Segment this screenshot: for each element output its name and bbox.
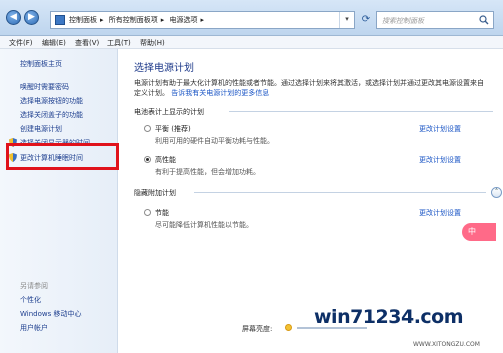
plan-name: 节能 xyxy=(155,209,169,217)
chevron-right-icon: ▸ xyxy=(200,16,205,24)
breadcrumb: 控制面板 ▸ 所有控制面板项 ▸ 电源选项 ▸ xyxy=(69,15,207,25)
menu-bar: 文件(F) 编辑(E) 查看(V) 工具(T) 帮助(H) xyxy=(0,36,503,49)
brightness-label: 屏幕亮度: xyxy=(242,325,273,333)
sidebar-item-home[interactable]: 控制面板主页 xyxy=(20,59,62,69)
more-info-link[interactable]: 告诉我有关电源计划的更多信息 xyxy=(171,89,269,97)
watermark-text: win71234.com xyxy=(314,306,464,328)
breadcrumb-item[interactable]: 电源选项 xyxy=(170,16,198,24)
highlight-box xyxy=(6,143,119,170)
sidebar: 控制面板主页 唤醒时需要密码 选择电源按钮的功能 选择关闭盖子的功能 创建电源计… xyxy=(0,49,118,353)
sidebar-item-mobility-center[interactable]: Windows 移动中心 xyxy=(20,309,81,319)
title-bar: ◀ ▶ 控制面板 ▸ 所有控制面板项 ▸ 电源选项 ▸ ▾ ⟳ 搜索控制面板 xyxy=(0,0,503,36)
sidebar-item-lid[interactable]: 选择关闭盖子的功能 xyxy=(20,110,83,120)
page-title: 选择电源计划 xyxy=(134,63,194,74)
menu-help[interactable]: 帮助(H) xyxy=(140,38,165,48)
chevron-down-icon[interactable]: ▾ xyxy=(339,12,354,28)
change-plan-settings-link[interactable]: 更改计划设置 xyxy=(419,155,461,165)
watermark-url: WWW.XITONGZU.COM xyxy=(413,341,480,348)
breadcrumb-item[interactable]: 控制面板 xyxy=(69,16,97,24)
plan-desc: 尽可能降低计算机性能以节能。 xyxy=(155,221,253,229)
divider xyxy=(194,192,486,193)
hidden-plans-heading: 隐藏附加计划 xyxy=(134,189,176,197)
plan-name: 平衡 (推荐) xyxy=(155,125,191,133)
change-plan-settings-link[interactable]: 更改计划设置 xyxy=(419,208,461,218)
divider xyxy=(229,111,493,112)
sidebar-item-create-plan[interactable]: 创建电源计划 xyxy=(20,124,62,134)
see-also-title: 另请参阅 xyxy=(20,282,48,290)
menu-view[interactable]: 查看(V) xyxy=(75,38,99,48)
forward-button[interactable]: ▶ xyxy=(24,10,39,25)
plan-radio-balanced[interactable] xyxy=(144,125,151,132)
menu-edit[interactable]: 编辑(E) xyxy=(42,38,66,48)
battery-plans-heading: 电池表计上显示的计划 xyxy=(134,108,204,116)
sun-icon xyxy=(285,324,292,331)
change-plan-settings-link[interactable]: 更改计划设置 xyxy=(419,124,461,134)
chevron-up-icon[interactable]: ˄ xyxy=(491,187,502,198)
address-bar[interactable]: 控制面板 ▸ 所有控制面板项 ▸ 电源选项 ▸ ▾ xyxy=(50,11,355,29)
plan-desc: 利用可用的硬件自动平衡功耗与性能。 xyxy=(155,137,274,145)
plan-desc: 有利于提高性能，但会增加功耗。 xyxy=(155,168,260,176)
sidebar-item-user-accounts[interactable]: 用户帐户 xyxy=(20,323,48,333)
menu-tools[interactable]: 工具(T) xyxy=(107,38,131,48)
sidebar-item-wake-password[interactable]: 唤醒时需要密码 xyxy=(20,82,69,92)
chevron-right-icon: ▸ xyxy=(100,16,104,24)
menu-file[interactable]: 文件(F) xyxy=(9,38,33,48)
watermark: win71234.com WWW.XITONGZU.COM xyxy=(308,296,503,353)
page-description: 电源计划有助于最大化计算机的性能或者节能。通过选择计划来将其激活，或选择计划并通… xyxy=(134,78,489,98)
control-panel-icon xyxy=(55,15,65,25)
floating-badge: 中 xyxy=(462,223,496,241)
plan-radio-power-saver[interactable] xyxy=(144,209,151,216)
plan-name: 高性能 xyxy=(155,156,176,164)
breadcrumb-item[interactable]: 所有控制面板项 xyxy=(109,16,158,24)
search-placeholder: 搜索控制面板 xyxy=(382,17,424,25)
back-button[interactable]: ◀ xyxy=(6,10,21,25)
refresh-icon[interactable]: ⟳ xyxy=(358,11,374,29)
plan-radio-high-performance[interactable] xyxy=(144,156,151,163)
sidebar-item-personalize[interactable]: 个性化 xyxy=(20,295,41,305)
sidebar-item-power-button[interactable]: 选择电源按钮的功能 xyxy=(20,96,83,106)
chevron-right-icon: ▸ xyxy=(160,16,165,24)
search-input[interactable]: 搜索控制面板 xyxy=(376,11,494,29)
search-icon[interactable] xyxy=(479,15,489,25)
